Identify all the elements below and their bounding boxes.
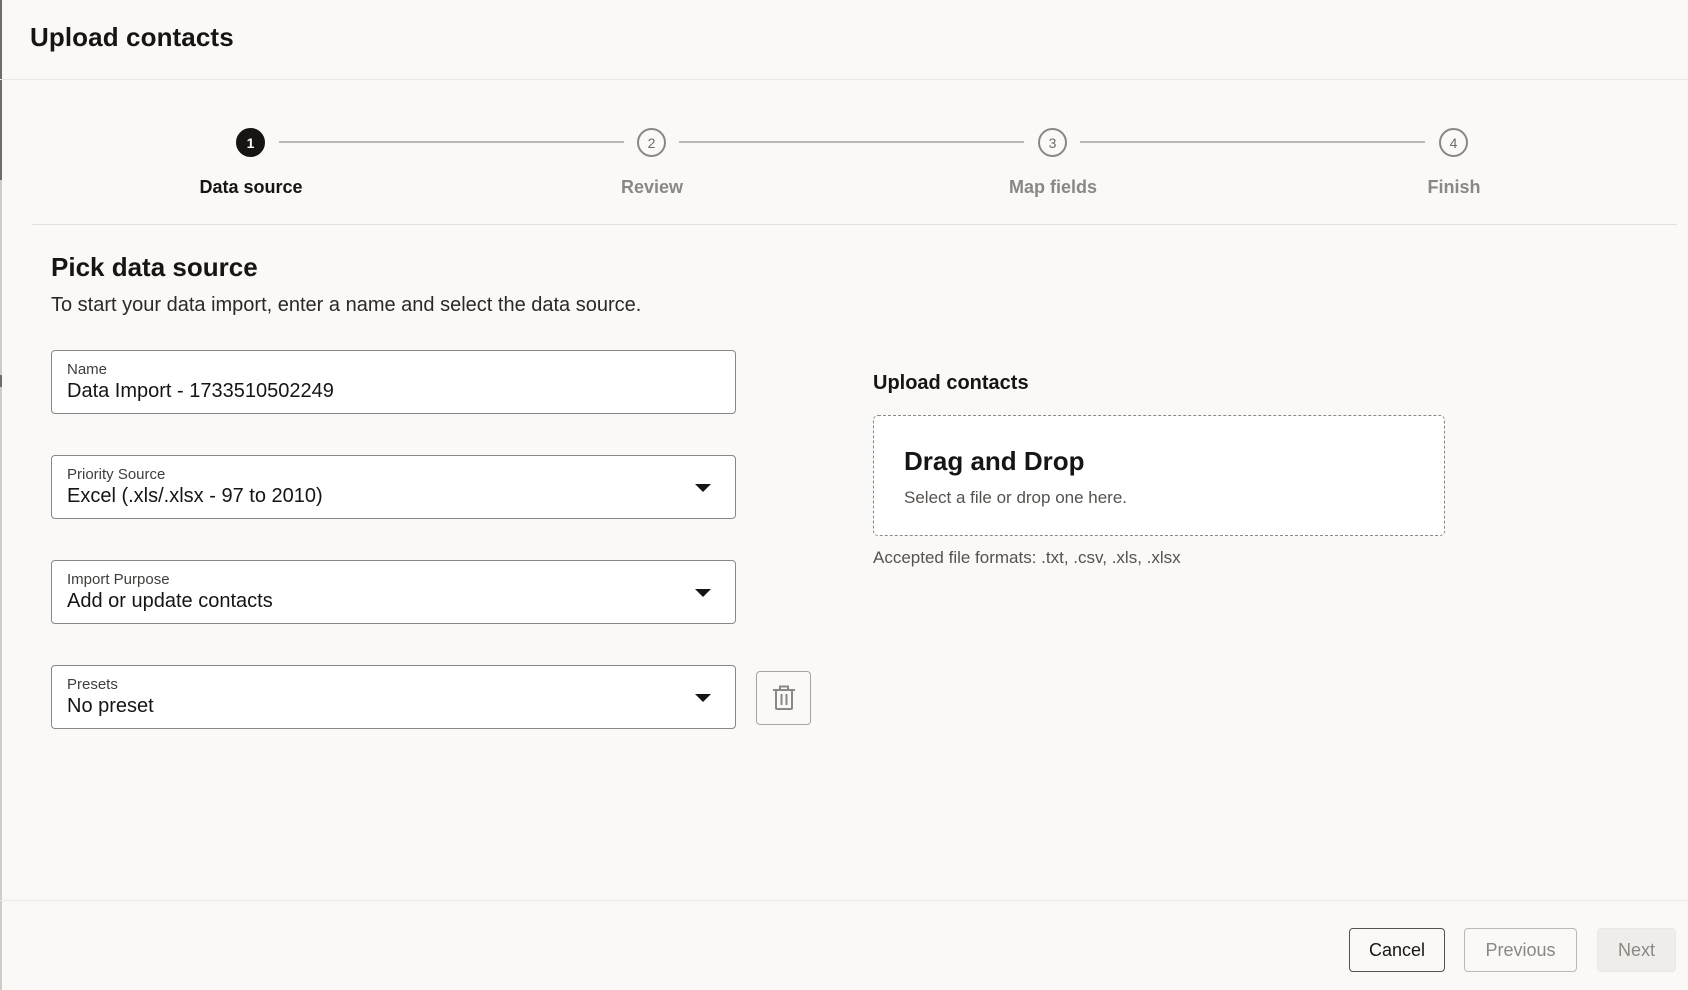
next-button[interactable]: Next (1597, 928, 1676, 972)
import-purpose-value: Add or update contacts (67, 590, 273, 612)
section-description: To start your data import, enter a name … (51, 294, 642, 316)
step-connector (279, 141, 624, 143)
name-field-value[interactable]: Data Import - 1733510502249 (67, 380, 334, 403)
dropzone-subtitle: Select a file or drop one here. (904, 488, 1128, 507)
previous-button[interactable]: Previous (1464, 928, 1577, 972)
step-connector (679, 141, 1024, 143)
trash-icon (772, 685, 795, 710)
step-2-indicator: 2 (637, 128, 666, 157)
step-connector (1080, 141, 1425, 143)
presets-label: Presets (67, 676, 118, 693)
step-3-indicator: 3 (1038, 128, 1067, 157)
dialog-title: Upload contacts (30, 22, 234, 52)
dialog-header: Upload contacts (0, 0, 1688, 80)
step-4-indicator: 4 (1439, 128, 1468, 157)
import-purpose-label: Import Purpose (67, 571, 170, 588)
chevron-down-icon[interactable] (695, 694, 711, 702)
step-1-label: Data source (199, 177, 303, 197)
step-2-label: Review (620, 177, 684, 197)
section-title: Pick data source (51, 252, 258, 282)
accepted-formats-text: Accepted file formats: .txt, .csv, .xls,… (873, 548, 1181, 567)
window-edge-marker (0, 375, 2, 387)
presets-value: No preset (67, 695, 154, 717)
priority-source-label: Priority Source (67, 466, 166, 483)
step-4-label: Finish (1427, 177, 1481, 197)
step-3-label: Map fields (1008, 177, 1097, 197)
name-field-label: Name (67, 361, 108, 378)
import-purpose-select[interactable]: Import Purpose Add or update contacts (51, 560, 736, 624)
priority-source-select[interactable]: Priority Source Excel (.xls/.xlsx - 97 t… (51, 455, 736, 519)
presets-select[interactable]: Presets No preset (51, 665, 736, 729)
upload-section-title: Upload contacts (873, 372, 1029, 394)
dropzone-title: Drag and Drop (904, 446, 1085, 476)
delete-preset-button[interactable] (756, 671, 811, 725)
chevron-down-icon[interactable] (695, 589, 711, 597)
wizard-stepper: 1 2 3 4 Data source Review Map fields Fi… (32, 110, 1677, 225)
priority-source-value: Excel (.xls/.xlsx - 97 to 2010) (67, 485, 323, 507)
dialog-footer: Cancel Previous Next (0, 900, 1688, 990)
file-dropzone[interactable]: Drag and Drop Select a file or drop one … (873, 415, 1445, 536)
step-1-indicator: 1 (236, 128, 265, 157)
name-field[interactable]: Name Data Import - 1733510502249 (51, 350, 736, 414)
chevron-down-icon[interactable] (695, 484, 711, 492)
cancel-button[interactable]: Cancel (1349, 928, 1445, 972)
